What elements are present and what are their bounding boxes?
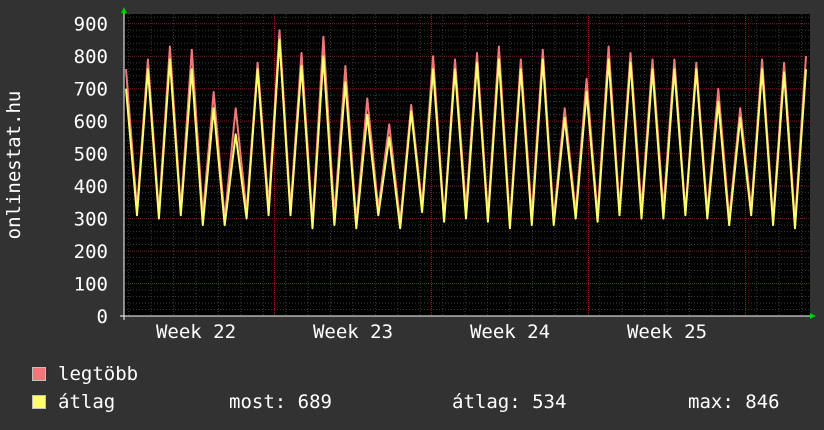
legend-item-max: legtöbb — [32, 363, 138, 385]
y-tick-label: 0 — [97, 306, 108, 328]
x-tick-label: Week 23 — [313, 321, 393, 343]
y-tick-label: 800 — [74, 46, 108, 68]
x-tick-label: Week 22 — [156, 321, 236, 343]
y-tick-label: 600 — [74, 111, 108, 133]
legend-swatch-max — [32, 367, 46, 381]
chart-container: 0 100 200 300 400 500 600 700 800 900 Week 22 Week… — [0, 0, 824, 430]
legend-label-avg: átlag — [58, 391, 116, 413]
legend-item-avg: átlag — [32, 391, 115, 413]
stat-current: most: 689 — [229, 391, 332, 413]
y-tick-labels: 0 100 200 300 400 500 600 700 800 900 — [74, 14, 108, 328]
stat-maximum: max: 846 — [688, 391, 780, 413]
y-axis-label: onlinestat.hu — [3, 91, 25, 240]
y-tick-label: 900 — [74, 14, 108, 36]
y-tick-label: 200 — [74, 241, 108, 263]
x-tick-label: Week 25 — [627, 321, 707, 343]
line-chart: 0100200300400500600700800900 Week 22 Week… — [3, 7, 816, 343]
x-tick-labels: Week 22 Week 23 Week 24 Week 25 — [156, 321, 707, 343]
y-tick-label: 700 — [74, 79, 108, 101]
legend-label-max: legtöbb — [58, 363, 139, 385]
y-tick-label: 400 — [74, 176, 108, 198]
x-axis-arrow-icon — [810, 313, 816, 319]
x-tick-label: Week 24 — [470, 321, 550, 343]
y-tick-label: 500 — [74, 144, 108, 166]
y-tick-label: 300 — [74, 209, 108, 231]
legend-swatch-avg — [32, 395, 46, 409]
stat-average: átlag: 534 — [452, 391, 567, 413]
y-axis-arrow-icon — [121, 7, 127, 13]
y-tick-label: 100 — [74, 274, 108, 296]
